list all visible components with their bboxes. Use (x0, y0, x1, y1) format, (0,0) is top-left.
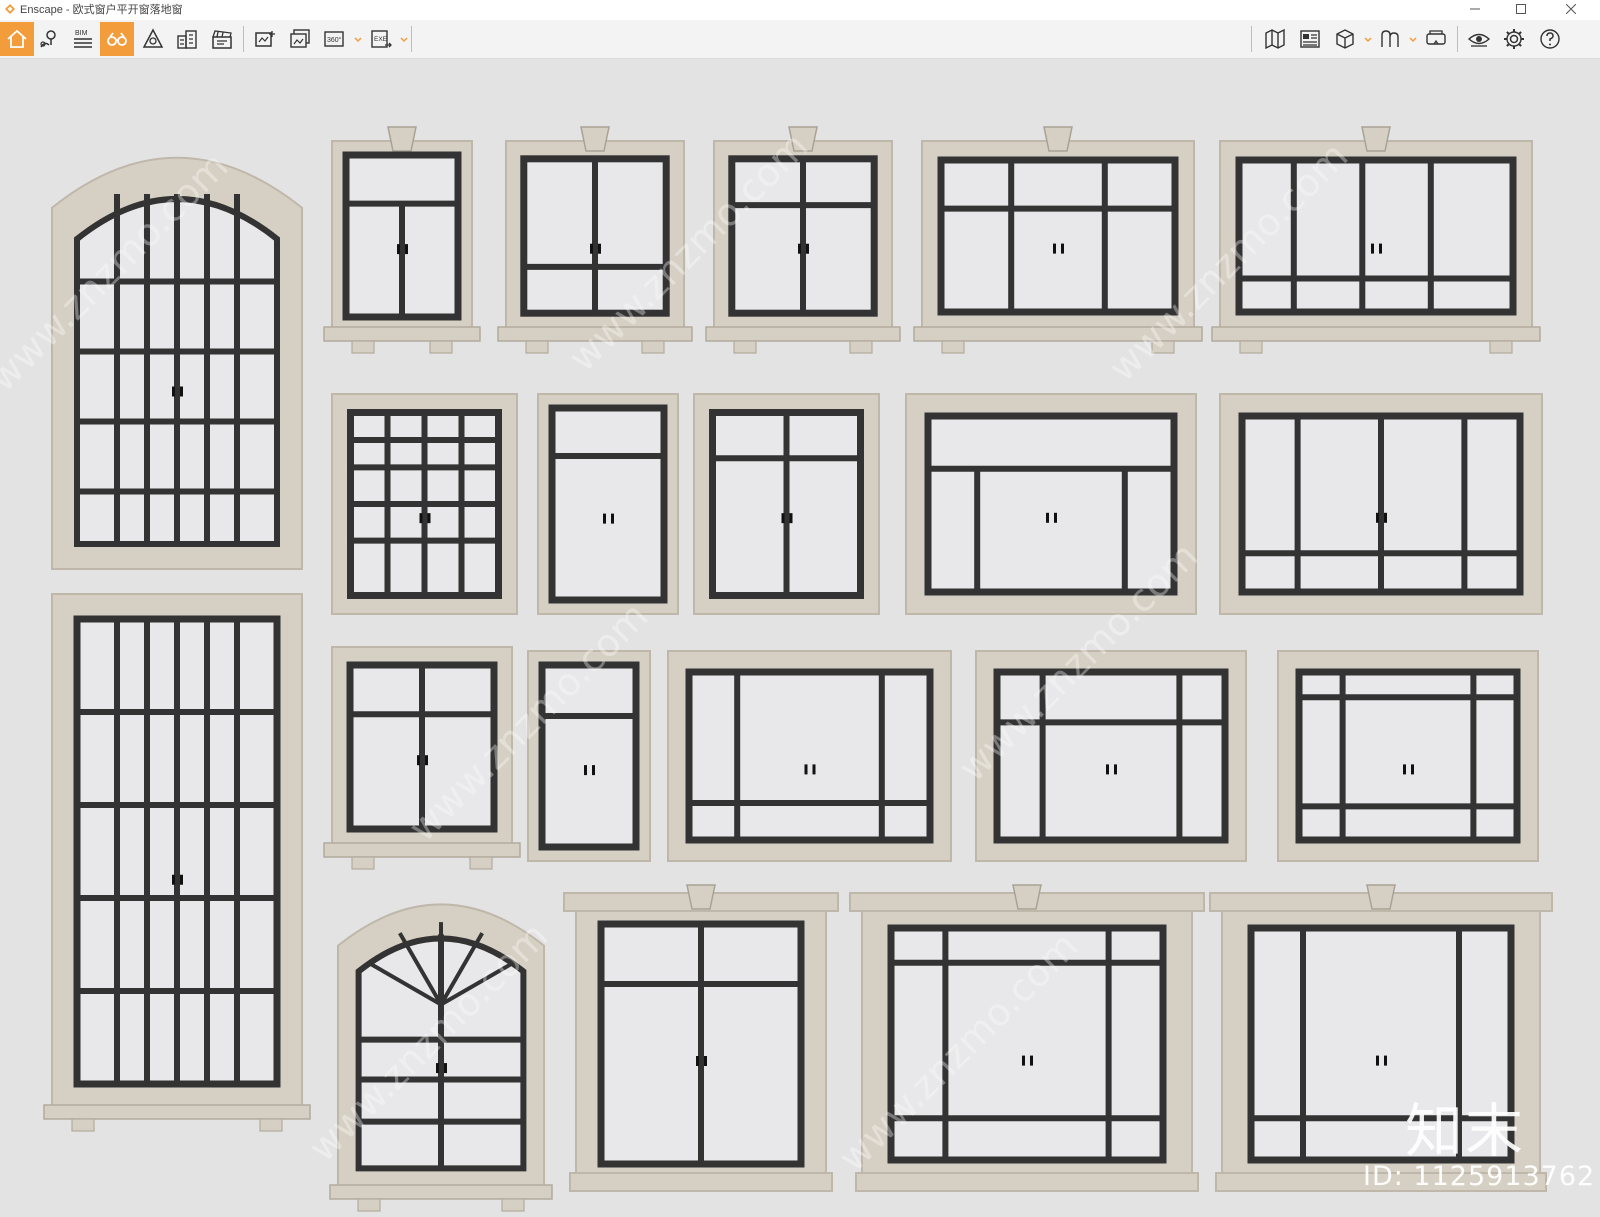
binoculars-button[interactable] (100, 22, 134, 56)
minimize-icon (1470, 8, 1480, 10)
window-model-2 (43, 593, 311, 1132)
close-icon (1566, 4, 1576, 14)
watermark-brand: 知末 (1405, 1097, 1526, 1165)
light-view-icon (142, 28, 164, 48)
vr-headset-button[interactable] (1419, 22, 1453, 56)
render-viewport[interactable]: www.znzmo.com www.znzmo.com www.znzmo.co… (0, 59, 1600, 1217)
window-catalog-render (43, 126, 1553, 1212)
asset-library-button[interactable] (1293, 22, 1327, 56)
material-icon (1381, 30, 1399, 47)
minimize-button[interactable] (1452, 0, 1498, 18)
clapperboard-icon (212, 30, 232, 49)
asset-library-icon (1300, 30, 1320, 48)
toolbar-divider (1457, 26, 1458, 52)
export-exe-icon: EXE (371, 30, 392, 48)
light-view-button[interactable] (136, 22, 170, 56)
title-separator: - (62, 4, 73, 16)
window-model-20 (849, 884, 1205, 1192)
cube-view-button[interactable] (1328, 22, 1362, 56)
home-button[interactable] (0, 22, 34, 56)
material-dropdown-icon[interactable] (1409, 34, 1417, 44)
svg-text:EXE: EXE (374, 36, 388, 43)
enscape-logo-icon (5, 4, 15, 14)
bim-icon: BIM (74, 30, 92, 48)
binoculars-icon (107, 32, 127, 46)
title-bar: Enscape - 欧式窗户平开窗落地窗 (0, 0, 1600, 18)
app-name: Enscape (20, 4, 63, 16)
window-title: Enscape - 欧式窗户平开窗落地窗 (20, 1, 183, 17)
map-button[interactable] (1258, 22, 1292, 56)
cube-view-icon (1336, 29, 1354, 49)
batch-render-icon (290, 29, 310, 48)
help-button[interactable] (1533, 22, 1567, 56)
toolbar-divider (411, 26, 412, 52)
maximize-button[interactable] (1498, 0, 1544, 18)
visual-settings-button[interactable] (1462, 22, 1496, 56)
window-model-9 (537, 393, 679, 615)
close-button[interactable] (1548, 0, 1594, 18)
export-dropdown-icon[interactable] (400, 34, 408, 44)
main-toolbar: BIM 360° EXE (0, 20, 1600, 68)
toolbar-divider (243, 26, 244, 52)
map-icon (1265, 28, 1285, 50)
export-button[interactable]: EXE (364, 22, 398, 56)
visual-settings-icon (1467, 33, 1491, 47)
location-button[interactable] (32, 22, 66, 56)
panorama-360-icon: 360° (324, 31, 344, 47)
svg-text:360°: 360° (327, 36, 342, 44)
panorama-dropdown-icon[interactable] (354, 34, 362, 44)
maximize-icon (1516, 4, 1526, 14)
buildings-icon (177, 30, 197, 49)
settings-gear-icon (1504, 29, 1524, 49)
window-model-10 (693, 393, 880, 615)
location-pin-icon (40, 30, 56, 48)
window-model-3 (323, 126, 481, 354)
svg-text:BIM: BIM (75, 30, 88, 37)
settings-button[interactable] (1497, 22, 1531, 56)
screenshot-button[interactable] (248, 22, 282, 56)
window-model-16 (975, 650, 1247, 862)
window-model-17 (1277, 650, 1539, 862)
cube-view-dropdown-icon[interactable] (1364, 34, 1372, 44)
panorama-button[interactable]: 360° (318, 22, 352, 56)
screenshot-icon (255, 31, 275, 47)
watermark-id: ID: 1125913762 (1363, 1161, 1596, 1192)
vr-headset-icon (1426, 30, 1446, 45)
window-model-19 (563, 884, 839, 1192)
bim-button[interactable]: BIM (66, 22, 100, 56)
window-model-12 (1219, 393, 1543, 615)
help-icon (1540, 29, 1560, 49)
material-button[interactable] (1373, 22, 1407, 56)
window-model-15 (667, 650, 952, 862)
home-icon (7, 29, 27, 48)
window-model-8 (331, 393, 518, 615)
toolbar-divider (1251, 26, 1252, 52)
buildings-button[interactable] (170, 22, 204, 56)
video-editor-button[interactable] (205, 22, 239, 56)
document-name: 欧式窗户平开窗落地窗 (72, 4, 183, 16)
batch-render-button[interactable] (283, 22, 317, 56)
